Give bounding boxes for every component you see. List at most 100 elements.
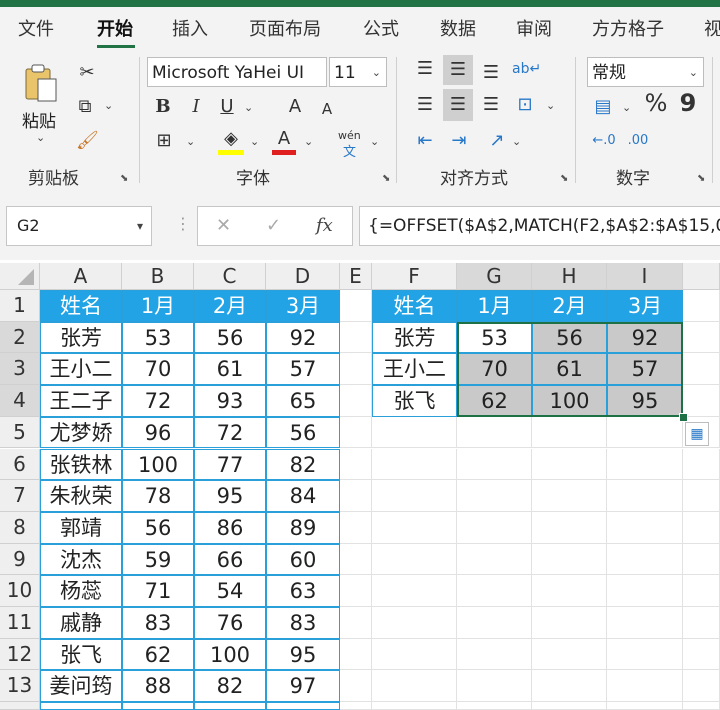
cell-f1[interactable]: 姓名 <box>372 290 457 322</box>
chevron-down-icon[interactable]: ⌄ <box>372 58 381 86</box>
column-header-f[interactable]: F <box>372 263 457 290</box>
cell-b4[interactable]: 72 <box>122 385 194 417</box>
grid-cell[interactable] <box>532 416 607 449</box>
grid-cell[interactable] <box>340 480 372 512</box>
cell-h1[interactable]: 2月 <box>532 290 607 322</box>
worksheet-grid[interactable]: A B C D E F G H I 1 2 3 4 5 6 7 8 9 10 11 12 13 姓名 1月 2月 3月 张芳 53 56… <box>0 263 720 710</box>
grid-cell[interactable] <box>532 638 607 671</box>
cell-c11[interactable]: 76 <box>194 607 266 639</box>
cell-a10[interactable]: 杨蕊 <box>40 575 122 607</box>
increase-indent-icon[interactable]: ⇥ <box>446 131 472 151</box>
grid-cell[interactable] <box>457 670 532 703</box>
grid-cell[interactable] <box>340 543 372 576</box>
enter-icon[interactable]: ✓ <box>266 215 281 236</box>
column-header-next[interactable] <box>683 263 720 290</box>
grid-cell[interactable] <box>457 448 532 481</box>
grid-cell[interactable] <box>683 511 720 544</box>
column-header-a[interactable]: A <box>40 263 122 290</box>
grid-cell[interactable] <box>340 607 372 639</box>
grid-cell[interactable] <box>683 702 720 710</box>
grid-cell[interactable] <box>372 702 457 710</box>
cell-d4[interactable]: 65 <box>266 385 340 417</box>
grid-cell[interactable] <box>457 416 532 449</box>
grid-cell[interactable] <box>532 448 607 481</box>
grow-font-button[interactable]: A <box>285 97 305 117</box>
grid-cell[interactable] <box>683 321 720 354</box>
grid-cell[interactable] <box>372 416 457 449</box>
column-header-c[interactable]: C <box>194 263 266 290</box>
font-color-dropdown-icon[interactable]: ⌄ <box>304 135 313 148</box>
row-header-3[interactable]: 3 <box>0 353 40 386</box>
cell-d1[interactable]: 3月 <box>266 290 340 322</box>
borders-dropdown-icon[interactable]: ⌄ <box>186 135 195 148</box>
cell-c10[interactable]: 54 <box>194 575 266 607</box>
cell-b7[interactable]: 78 <box>122 480 194 512</box>
grid-cell[interactable] <box>532 480 607 512</box>
alignment-launcher-icon[interactable]: ⬊ <box>560 173 568 184</box>
cell-c2[interactable]: 56 <box>194 321 266 354</box>
italic-button[interactable]: I <box>186 97 206 117</box>
comma-style-button[interactable]: 9 <box>678 91 698 115</box>
grid-cell[interactable] <box>340 670 372 703</box>
cell-d2[interactable]: 92 <box>266 321 340 354</box>
grid-cell[interactable] <box>372 575 457 607</box>
grid-cell[interactable] <box>683 670 720 703</box>
cell-c9[interactable]: 66 <box>194 543 266 576</box>
cell-c7[interactable]: 95 <box>194 480 266 512</box>
cell-f4[interactable]: 张飞 <box>372 385 457 417</box>
tab-home[interactable]: 开始 <box>97 15 133 41</box>
grid-cell[interactable] <box>683 480 720 512</box>
align-right-icon[interactable]: ☰ <box>478 95 504 115</box>
grid-cell[interactable] <box>457 702 532 710</box>
shrink-font-button[interactable]: A <box>318 99 336 119</box>
grid-cell[interactable] <box>607 575 683 607</box>
tab-insert[interactable]: 插入 <box>172 15 208 41</box>
decrease-decimal-icon[interactable]: .00 <box>624 131 652 151</box>
align-middle-icon[interactable]: ☰ <box>443 55 473 85</box>
grid-cell[interactable] <box>372 607 457 639</box>
font-color-button[interactable]: A <box>272 129 296 149</box>
cell-c1[interactable]: 2月 <box>194 290 266 322</box>
grid-cell[interactable] <box>340 638 372 671</box>
grid-cell[interactable] <box>683 543 720 576</box>
column-header-d[interactable]: D <box>266 263 340 290</box>
clipboard-launcher-icon[interactable]: ⬊ <box>120 173 128 184</box>
paste-button[interactable] <box>18 61 62 102</box>
tab-review[interactable]: 审阅 <box>516 15 552 41</box>
cell-b8[interactable]: 56 <box>122 511 194 544</box>
row-header-7[interactable]: 7 <box>0 480 40 512</box>
cell-d13[interactable]: 97 <box>266 670 340 703</box>
cell-b11[interactable]: 83 <box>122 607 194 639</box>
row-header-9[interactable]: 9 <box>0 543 40 576</box>
cell-a6[interactable]: 张铁林 <box>40 448 122 481</box>
grid-cell[interactable] <box>372 480 457 512</box>
cell-d10[interactable]: 63 <box>266 575 340 607</box>
phonetic-dropdown-icon[interactable]: ⌄ <box>370 135 379 148</box>
cell-partial[interactable] <box>194 702 266 710</box>
decrease-indent-icon[interactable]: ⇤ <box>412 131 438 151</box>
select-all-corner[interactable] <box>0 263 40 290</box>
column-header-g[interactable]: G <box>457 263 532 290</box>
currency-dropdown-icon[interactable]: ⌄ <box>622 101 631 114</box>
align-bottom-icon[interactable]: ☰ <box>478 63 504 83</box>
grid-cell[interactable] <box>532 670 607 703</box>
align-left-icon[interactable]: ☰ <box>412 95 438 115</box>
tab-formulas[interactable]: 公式 <box>363 15 399 41</box>
grid-cell[interactable] <box>340 321 372 354</box>
cell-d8[interactable]: 89 <box>266 511 340 544</box>
cell-b1[interactable]: 1月 <box>122 290 194 322</box>
cell-f3[interactable]: 王小二 <box>372 353 457 386</box>
font-size-box[interactable]: 11 ⌄ <box>329 57 387 87</box>
cell-b9[interactable]: 59 <box>122 543 194 576</box>
cell-b13[interactable]: 88 <box>122 670 194 703</box>
row-header-8[interactable]: 8 <box>0 511 40 544</box>
grid-cell[interactable] <box>683 448 720 481</box>
cancel-icon[interactable]: ✕ <box>216 215 231 236</box>
copy-dropdown-icon[interactable]: ⌄ <box>104 99 113 112</box>
tab-view[interactable]: 视 <box>704 15 720 41</box>
cell-b2[interactable]: 53 <box>122 321 194 354</box>
grid-cell[interactable] <box>607 702 683 710</box>
cell-c13[interactable]: 82 <box>194 670 266 703</box>
grid-cell[interactable] <box>607 448 683 481</box>
grid-cell[interactable] <box>457 607 532 639</box>
